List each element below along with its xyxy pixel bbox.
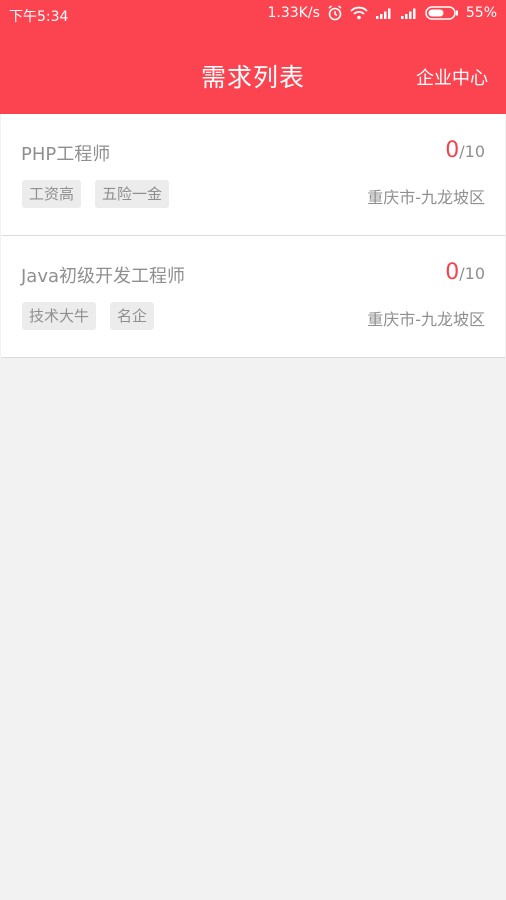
- job-tag: 五险一金: [95, 180, 170, 208]
- job-title: PHP工程师: [21, 144, 111, 165]
- wifi-icon: [350, 6, 368, 20]
- battery-percent: 55%: [465, 5, 497, 21]
- enterprise-center-button[interactable]: 企业中心: [416, 64, 488, 90]
- status-bar: 下午5:34 1.33K/s 55%: [0, 0, 506, 30]
- signal-icon: [375, 7, 393, 19]
- job-count: 0/10: [445, 138, 485, 163]
- job-list: PHP工程师 0/10 工资高 五险一金 重庆市-九龙坡区 Java初级开发工程…: [1, 114, 505, 358]
- alarm-icon: [327, 5, 343, 21]
- job-tag: 技术大牛: [22, 302, 97, 330]
- job-card[interactable]: PHP工程师 0/10 工资高 五险一金 重庆市-九龙坡区: [1, 114, 505, 236]
- job-tags: 技术大牛 名企: [22, 302, 155, 330]
- job-card[interactable]: Java初级开发工程师 0/10 技术大牛 名企 重庆市-九龙坡区: [1, 236, 505, 358]
- job-tag: 名企: [110, 302, 155, 330]
- app-header: 下午5:34 1.33K/s 55% 需求列表 企业中心: [0, 0, 506, 114]
- job-count-total: /10: [459, 142, 485, 161]
- net-speed: 1.33K/s: [267, 5, 320, 21]
- job-location: 重庆市-九龙坡区: [367, 188, 485, 207]
- status-time: 下午5:34: [9, 9, 69, 25]
- job-location: 重庆市-九龙坡区: [367, 310, 485, 329]
- job-tag: 工资高: [22, 180, 82, 208]
- battery-icon: [425, 6, 459, 20]
- job-title: Java初级开发工程师: [21, 266, 186, 287]
- job-tags: 工资高 五险一金: [22, 180, 170, 208]
- job-count-current: 0: [445, 138, 460, 163]
- job-count-total: /10: [459, 264, 485, 283]
- status-right: 1.33K/s 55%: [268, 5, 498, 21]
- title-bar: 需求列表 企业中心: [0, 30, 506, 114]
- job-count: 0/10: [445, 260, 485, 285]
- job-count-current: 0: [445, 260, 460, 285]
- signal-icon: [400, 7, 418, 19]
